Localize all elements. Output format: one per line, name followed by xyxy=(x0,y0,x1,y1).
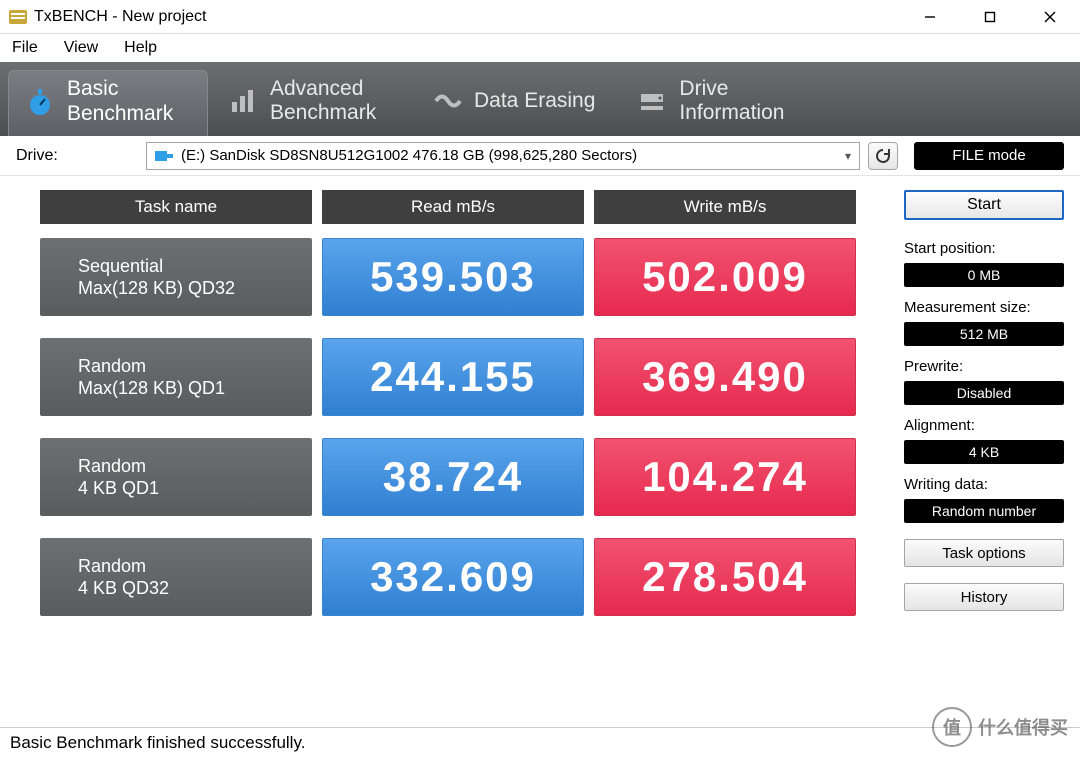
drive-label: Drive: xyxy=(16,147,146,165)
maximize-button[interactable] xyxy=(960,0,1020,33)
menubar: File View Help xyxy=(0,34,1080,62)
col-header-write: Write mB/s xyxy=(594,190,856,224)
side-panel: Start Start position: 0 MB Measurement s… xyxy=(900,176,1080,727)
tab-label: Basic xyxy=(67,77,173,101)
chevron-down-icon: ▾ xyxy=(845,149,851,163)
write-value: 369.490 xyxy=(594,338,856,416)
start-position-label: Start position: xyxy=(904,240,1064,257)
task-options-button[interactable]: Task options xyxy=(904,539,1064,567)
drive-select[interactable]: (E:) SanDisk SD8SN8U512G1002 476.18 GB (… xyxy=(146,142,860,170)
watermark-badge: 值 xyxy=(932,707,972,747)
drive-select-value: (E:) SanDisk SD8SN8U512G1002 476.18 GB (… xyxy=(181,147,637,164)
tab-label: Benchmark xyxy=(67,102,173,126)
prewrite-label: Prewrite: xyxy=(904,358,1064,375)
tab-label: Benchmark xyxy=(270,101,376,125)
status-text: Basic Benchmark finished successfully. xyxy=(10,733,305,753)
tab-advanced-benchmark[interactable]: Advanced Benchmark xyxy=(212,70,412,136)
menu-file[interactable]: File xyxy=(8,37,42,59)
alignment-value[interactable]: 4 KB xyxy=(904,440,1064,464)
start-button[interactable]: Start xyxy=(904,190,1064,220)
prewrite-value[interactable]: Disabled xyxy=(904,381,1064,405)
results-panel: Task name Read mB/s Write mB/s Sequentia… xyxy=(0,176,900,727)
read-value: 38.724 xyxy=(322,438,584,516)
task-line: Sequential xyxy=(78,255,312,278)
menu-help[interactable]: Help xyxy=(120,37,161,59)
titlebar: TxBENCH - New project xyxy=(0,0,1080,34)
start-position-value[interactable]: 0 MB xyxy=(904,263,1064,287)
read-value: 332.609 xyxy=(322,538,584,616)
writing-data-label: Writing data: xyxy=(904,476,1064,493)
read-value: 244.155 xyxy=(322,338,584,416)
measurement-size-label: Measurement size: xyxy=(904,299,1064,316)
task-line: Random xyxy=(78,555,312,578)
file-mode-button[interactable]: FILE mode xyxy=(914,142,1064,170)
drive-icon xyxy=(637,86,667,116)
main-panel: Task name Read mB/s Write mB/s Sequentia… xyxy=(0,176,1080,727)
tab-basic-benchmark[interactable]: Basic Benchmark xyxy=(8,70,208,136)
status-bar: Basic Benchmark finished successfully. xyxy=(0,727,1080,757)
task-name-cell: Sequential Max(128 KB) QD32 xyxy=(40,238,312,316)
tab-label: Information xyxy=(679,101,784,125)
window-title: TxBENCH - New project xyxy=(34,8,900,26)
task-line: 4 KB QD32 xyxy=(78,577,312,600)
drive-device-icon xyxy=(155,149,173,163)
history-button[interactable]: History xyxy=(904,583,1064,611)
measurement-size-value[interactable]: 512 MB xyxy=(904,322,1064,346)
write-value: 278.504 xyxy=(594,538,856,616)
col-header-task: Task name xyxy=(40,190,312,224)
tab-data-erasing[interactable]: Data Erasing xyxy=(416,70,617,136)
tab-label: Drive xyxy=(679,77,784,101)
refresh-icon xyxy=(875,148,891,164)
result-row: Random 4 KB QD32 332.609 278.504 xyxy=(40,538,886,616)
task-line: Random xyxy=(78,355,312,378)
read-value: 539.503 xyxy=(322,238,584,316)
task-line: Random xyxy=(78,455,312,478)
tab-label: Advanced xyxy=(270,77,376,101)
refresh-button[interactable] xyxy=(868,142,898,170)
tab-label: Data Erasing xyxy=(474,89,595,113)
erase-icon xyxy=(432,86,462,116)
stopwatch-icon xyxy=(25,87,55,117)
task-name-cell: Random 4 KB QD1 xyxy=(40,438,312,516)
task-name-cell: Random Max(128 KB) QD1 xyxy=(40,338,312,416)
bars-icon xyxy=(228,86,258,116)
writing-data-value[interactable]: Random number xyxy=(904,499,1064,523)
watermark-text: 什么值得买 xyxy=(978,714,1068,740)
tab-drive-information[interactable]: Drive Information xyxy=(621,70,821,136)
write-value: 104.274 xyxy=(594,438,856,516)
task-line: Max(128 KB) QD32 xyxy=(78,277,312,300)
alignment-label: Alignment: xyxy=(904,417,1064,434)
watermark: 值 什么值得买 xyxy=(932,707,1068,747)
menu-view[interactable]: View xyxy=(60,37,102,59)
minimize-button[interactable] xyxy=(900,0,960,33)
tabstrip: Basic Benchmark Advanced Benchmark Data … xyxy=(0,62,1080,136)
drive-row: Drive: (E:) SanDisk SD8SN8U512G1002 476.… xyxy=(0,136,1080,176)
result-row: Random Max(128 KB) QD1 244.155 369.490 xyxy=(40,338,886,416)
close-button[interactable] xyxy=(1020,0,1080,33)
write-value: 502.009 xyxy=(594,238,856,316)
task-line: 4 KB QD1 xyxy=(78,477,312,500)
task-line: Max(128 KB) QD1 xyxy=(78,377,312,400)
task-name-cell: Random 4 KB QD32 xyxy=(40,538,312,616)
result-row: Random 4 KB QD1 38.724 104.274 xyxy=(40,438,886,516)
col-header-read: Read mB/s xyxy=(322,190,584,224)
app-icon xyxy=(8,7,28,27)
result-row: Sequential Max(128 KB) QD32 539.503 502.… xyxy=(40,238,886,316)
